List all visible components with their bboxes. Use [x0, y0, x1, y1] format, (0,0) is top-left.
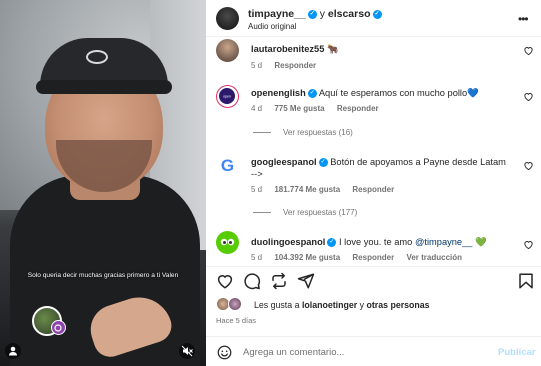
comment-username[interactable]: lautarobenitez55: [251, 44, 324, 54]
comment-text: lautarobenitez55 🐂: [251, 43, 506, 55]
comment-age: 5 d: [251, 61, 263, 70]
bookmark-icon[interactable]: [517, 272, 535, 290]
comment-text: openenglish ✓ Aquí te esperamos con mucho…: [251, 87, 506, 99]
repost-icon[interactable]: [270, 272, 288, 290]
view-replies-label: Ver respuestas (16): [283, 128, 353, 137]
verified-icon: ✓: [372, 9, 382, 19]
commenter-avatar[interactable]: [216, 39, 239, 62]
reply-button[interactable]: Responder: [352, 253, 394, 262]
commenter-avatar[interactable]: open: [216, 85, 239, 108]
comment-meta: 5 d Responder: [251, 61, 326, 70]
comment-body: I love you. te amo: [338, 237, 415, 247]
video-person-cap-brim: [36, 80, 172, 94]
likes-conj: y: [359, 300, 365, 310]
comment-meta: 5 d 104.392 Me gusta Responder Ver tradu…: [251, 253, 472, 262]
coauthor-username[interactable]: elscarso: [328, 8, 371, 20]
comment-mention[interactable]: @timpayne__: [415, 237, 473, 247]
comment-username[interactable]: googleespanol: [251, 157, 317, 167]
reel-video[interactable]: Solo queria decir muchas gracias primero…: [0, 0, 206, 366]
other-likers-link[interactable]: otras personas: [366, 300, 429, 310]
post-date: Hace 5 días: [216, 316, 257, 325]
cap-logo-icon: [86, 50, 108, 64]
post-panel: timpayne__ ✓ y elscarso ✓ Audio original •…: [206, 0, 541, 366]
authors-connector: y: [319, 8, 325, 20]
heart-icon[interactable]: [216, 272, 234, 290]
comment-emoji: 💚: [475, 237, 487, 247]
likes-summary: Les gusta a lolanoetinger y otras person…: [216, 297, 536, 313]
verified-icon: ✓: [307, 9, 317, 19]
comment-meta: 4 d 775 Me gusta Responder: [251, 104, 389, 113]
author-avatar[interactable]: [216, 7, 239, 30]
post-header: timpayne__ ✓ y elscarso ✓ Audio original •…: [206, 0, 541, 37]
collab-badge-icon: [51, 320, 66, 335]
svg-text:G: G: [221, 156, 234, 175]
comment-input[interactable]: [243, 344, 483, 360]
liker-avatar[interactable]: [228, 297, 242, 311]
verified-icon: ✓: [307, 89, 317, 99]
user-icon[interactable]: [5, 343, 21, 359]
reply-button[interactable]: Responder: [337, 104, 379, 113]
comment-body: 🐂: [326, 44, 339, 54]
comment-likes[interactable]: 104.392 Me gusta: [274, 253, 340, 262]
comment-composer: Publicar: [206, 336, 541, 366]
author-username[interactable]: timpayne__: [248, 8, 306, 20]
comment-like-heart-icon[interactable]: [522, 160, 534, 172]
more-icon[interactable]: •••: [518, 12, 529, 26]
comment-text: googleespanol ✓ Botón de apoyamos a Payne…: [251, 156, 506, 180]
reply-button[interactable]: Responder: [352, 185, 394, 194]
verified-icon: ✓: [327, 238, 337, 248]
comment-like-heart-icon[interactable]: [522, 45, 534, 57]
commenter-avatar[interactable]: G: [216, 154, 239, 177]
comment-age: 5 d: [251, 253, 263, 262]
comments-list[interactable]: lautarobenitez55 🐂 5 d Responder open op…: [206, 37, 541, 262]
comment-likes[interactable]: 181.774 Me gusta: [274, 185, 340, 194]
reply-button[interactable]: Responder: [274, 61, 316, 70]
action-bar: [206, 266, 541, 294]
post-authors: timpayne__ ✓ y elscarso ✓: [248, 8, 382, 20]
replies-dash: [253, 212, 271, 214]
comment-icon[interactable]: [243, 272, 261, 290]
comment-username[interactable]: duolingoespanol: [251, 237, 325, 247]
comment-like-heart-icon[interactable]: [522, 239, 534, 251]
likes-prefix: Les gusta a: [254, 300, 300, 310]
svg-text:open: open: [223, 95, 231, 99]
video-subtitle: Solo queria decir muchas gracias primero…: [27, 272, 179, 279]
view-replies[interactable]: Ver respuestas (16): [253, 128, 353, 137]
comment-like-heart-icon[interactable]: [522, 91, 534, 103]
publish-button[interactable]: Publicar: [498, 347, 536, 358]
share-icon[interactable]: [297, 272, 315, 290]
comment-username[interactable]: openenglish: [251, 88, 306, 98]
comment-likes[interactable]: 775 Me gusta: [274, 104, 324, 113]
replies-dash: [253, 132, 271, 134]
verified-icon: ✓: [318, 158, 328, 168]
commenter-avatar[interactable]: [216, 231, 239, 254]
audio-link[interactable]: Audio original: [248, 22, 296, 31]
liker-username[interactable]: lolanoetinger: [302, 300, 357, 310]
likes-text: Les gusta a lolanoetinger y otras person…: [254, 300, 430, 310]
emoji-icon[interactable]: [217, 345, 232, 360]
comment-text: duolingoespanol ✓ I love you. te amo @tim…: [251, 236, 506, 248]
speaker-muted-icon[interactable]: [179, 343, 195, 359]
comment-body: Aquí te esperamos con mucho pollo💙: [318, 88, 479, 98]
view-replies[interactable]: Ver respuestas (177): [253, 208, 357, 217]
comment-meta: 5 d 181.774 Me gusta Responder: [251, 185, 404, 194]
translate-button[interactable]: Ver traducción: [406, 253, 462, 262]
comment-age: 4 d: [251, 104, 263, 113]
comment-age: 5 d: [251, 185, 263, 194]
view-replies-label: Ver respuestas (177): [283, 208, 358, 217]
